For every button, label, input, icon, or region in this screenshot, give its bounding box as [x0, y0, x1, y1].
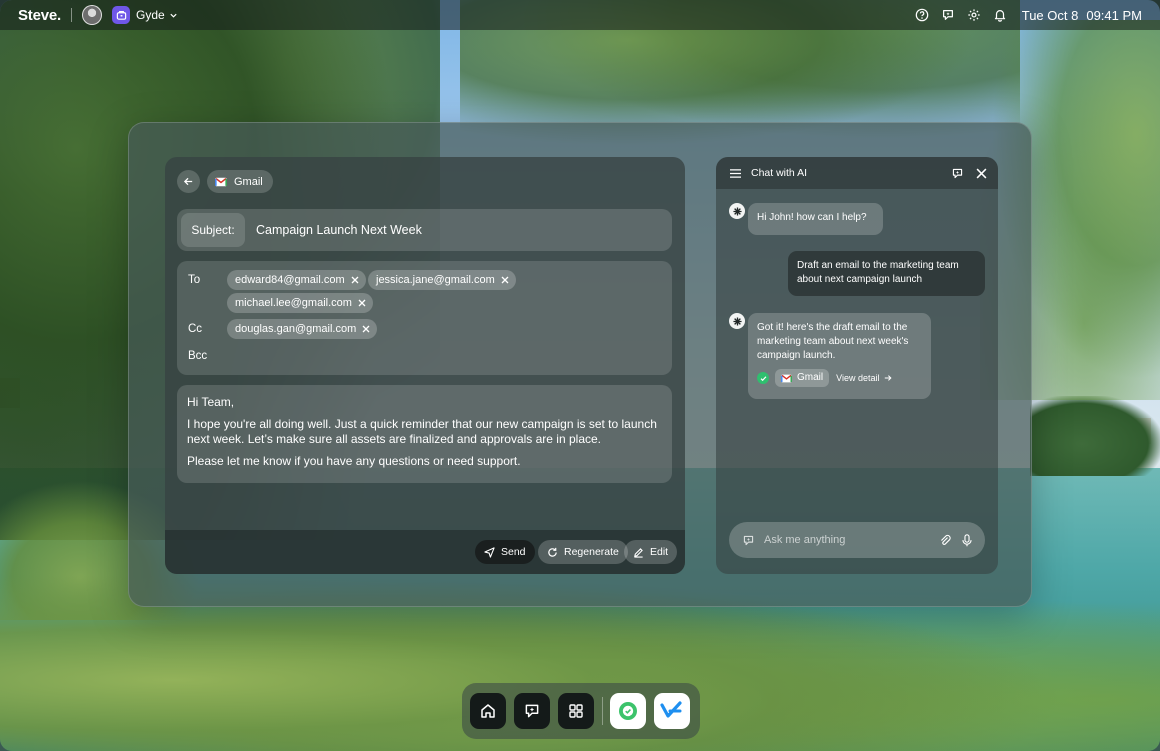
microphone-icon[interactable] [961, 533, 973, 547]
ai-avatar-icon [729, 203, 745, 219]
chevron-down-icon[interactable] [169, 11, 178, 20]
send-icon [484, 546, 495, 558]
attachment-label: Gmail [797, 372, 824, 383]
chat-input[interactable]: Ask me anything [729, 522, 985, 558]
close-icon[interactable] [351, 276, 359, 284]
subject-field[interactable]: Subject: Campaign Launch Next Week [177, 209, 672, 251]
regenerate-label: Regenerate [564, 546, 619, 558]
app-logo[interactable]: Steve. [18, 7, 61, 24]
back-button[interactable] [177, 170, 200, 193]
bcc-label[interactable]: Bcc [188, 350, 207, 362]
dock-apps-button[interactable] [558, 693, 594, 729]
chat-message-ai: Hi John! how can I help? [748, 203, 883, 235]
help-icon[interactable] [914, 7, 930, 23]
bell-icon[interactable] [992, 7, 1008, 23]
close-icon[interactable] [362, 325, 370, 333]
email-composer: Gmail Subject: Campaign Launch Next Week… [165, 157, 685, 574]
gmail-app-chip[interactable]: Gmail [207, 170, 273, 193]
avatar[interactable] [82, 5, 102, 25]
blue-check-app-icon [660, 701, 682, 718]
arrow-left-icon [183, 177, 193, 186]
recipient-chip[interactable]: jessica.jane@gmail.com [368, 270, 516, 290]
email-greeting: Hi Team, [187, 395, 235, 409]
chat-ai-icon [742, 534, 755, 547]
gmail-attachment-chip[interactable]: Gmail [775, 369, 830, 387]
gmail-icon [781, 374, 792, 382]
close-icon[interactable] [501, 276, 509, 284]
edit-button[interactable]: Edit [624, 540, 678, 564]
chat-message-user: Draft an email to the marketing team abo… [788, 251, 985, 296]
dock-home-button[interactable] [470, 693, 506, 729]
green-shield-app-icon [619, 702, 637, 720]
dock-divider [602, 697, 603, 725]
topbar-divider [71, 8, 72, 22]
wallpaper-far-trees [1030, 396, 1160, 476]
chat-ai-icon[interactable] [940, 7, 956, 23]
subject-value[interactable]: Campaign Launch Next Week [256, 223, 422, 237]
pencil-icon [634, 547, 643, 558]
topbar-date: Tue Oct 8 [1021, 7, 1079, 23]
check-circle-icon [757, 372, 769, 384]
cc-chip[interactable]: douglas.gan@gmail.com [227, 319, 378, 339]
topbar-status-area: Tue Oct 8 [914, 7, 1079, 23]
chat-input-placeholder: Ask me anything [764, 534, 846, 546]
paperclip-icon[interactable] [939, 534, 952, 547]
view-detail-label: View detail [836, 373, 880, 383]
message-text: Hi John! how can I help? [757, 212, 867, 223]
menu-icon[interactable] [729, 168, 742, 179]
dock-green-shield-app[interactable] [610, 693, 646, 729]
view-detail-link[interactable]: View detail [836, 371, 892, 385]
dock-chat-ai-button[interactable] [514, 693, 550, 729]
chat-header-actions [951, 167, 987, 180]
chat-input-actions [939, 533, 973, 547]
refresh-icon [548, 547, 557, 557]
chat-message-ai: Got it! here's the draft email to the ma… [748, 313, 931, 399]
close-icon[interactable] [976, 168, 987, 179]
email-action-bar: Send Regenerate Edit [165, 530, 685, 574]
chat-header: Chat with AI [716, 157, 998, 189]
recipient-chip[interactable]: michael.lee@gmail.com [227, 293, 373, 313]
gmail-icon [215, 177, 227, 186]
workspace-name[interactable]: Gyde [136, 8, 165, 22]
workspace-icon[interactable] [112, 6, 130, 24]
chat-title: Chat with AI [751, 167, 808, 179]
cc-email: douglas.gan@gmail.com [235, 323, 357, 335]
apps-grid-icon [569, 704, 583, 718]
close-icon[interactable] [358, 299, 366, 307]
edit-label: Edit [650, 546, 669, 558]
arrow-right-icon [884, 375, 892, 381]
recipients-section: To edward84@gmail.com jessica.jane@gmail… [177, 261, 672, 375]
message-text: Got it! here's the draft email to the ma… [757, 322, 909, 361]
email-paragraph: I hope you're all doing well. Just a qui… [187, 416, 657, 447]
recipient-email: edward84@gmail.com [235, 274, 345, 286]
main-window: Gmail Subject: Campaign Launch Next Week… [128, 122, 1032, 607]
recipient-email: michael.lee@gmail.com [235, 297, 352, 309]
new-chat-icon[interactable] [951, 167, 964, 180]
attachment-row: Gmail View detail [757, 369, 922, 387]
app-chip-label: Gmail [234, 175, 263, 188]
topbar-time: 09:41 PM [1086, 7, 1142, 23]
regenerate-button[interactable]: Regenerate [538, 540, 628, 564]
chat-panel: Chat with AI Hi John! how can I help? Dr… [716, 157, 998, 574]
send-label: Send [501, 546, 526, 558]
email-paragraph: Please let me know if you have any quest… [187, 453, 521, 468]
recipient-email: jessica.jane@gmail.com [376, 274, 495, 286]
cc-label: Cc [188, 323, 203, 335]
chat-ai-icon [525, 704, 539, 718]
home-icon [481, 704, 495, 718]
to-label: To [188, 274, 201, 286]
gear-icon[interactable] [966, 7, 982, 23]
subject-label: Subject: [181, 213, 245, 247]
ai-avatar-icon [729, 313, 745, 329]
dock-blue-check-app[interactable] [654, 693, 690, 729]
email-body[interactable]: Hi Team, I hope you're all doing well. J… [177, 385, 672, 483]
recipient-chip[interactable]: edward84@gmail.com [227, 270, 366, 290]
app-dock [462, 683, 700, 739]
send-button[interactable]: Send [475, 540, 535, 564]
message-text: Draft an email to the marketing team abo… [797, 260, 959, 285]
top-menu-bar: Steve. Gyde Tue Oct 8 09:41 PM [0, 0, 1160, 30]
